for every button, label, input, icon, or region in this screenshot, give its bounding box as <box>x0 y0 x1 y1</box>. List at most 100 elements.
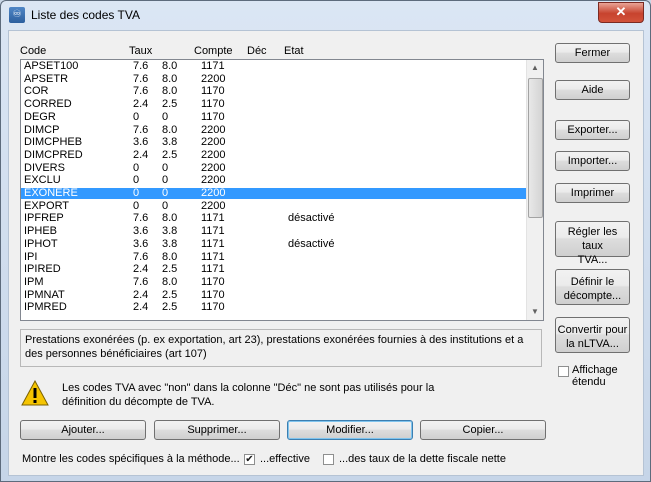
cell-t2: 0 <box>162 174 169 187</box>
taux-dette-checkbox[interactable] <box>323 454 334 465</box>
cell-code: IPIRED <box>24 263 61 276</box>
cell-t1: 7.6 <box>133 72 149 85</box>
table-row[interactable]: DIMCPHEB 3.6 3.8 2200 <box>21 137 528 148</box>
cell-t2: 3.8 <box>162 237 178 250</box>
cell-t1: 0 <box>133 110 140 123</box>
cell-t2: 0 <box>162 187 169 199</box>
cell-compte: 1170 <box>201 288 225 301</box>
table-row[interactable]: IPHOT 3.6 3.8 1171 désactivé <box>21 237 528 250</box>
cell-compte: 1171 <box>201 212 225 225</box>
cell-t1: 3.6 <box>133 136 149 149</box>
fermer-button[interactable]: Fermer <box>555 43 630 63</box>
cell-t1: 2.4 <box>133 263 149 276</box>
scroll-thumb[interactable] <box>528 78 543 218</box>
cell-t2: 0 <box>162 199 169 212</box>
cell-t2: 2.5 <box>162 301 178 314</box>
cell-compte: 2200 <box>201 136 226 149</box>
convertir-nltva-button[interactable]: Convertir pour la nLTVA... <box>555 317 630 353</box>
cell-code: IPHOT <box>24 237 58 250</box>
methode-filter-label: Montre les codes spécifiques à la méthod… <box>22 453 240 465</box>
exporter-button[interactable]: Exporter... <box>555 120 630 140</box>
definir-decompte-line1: Définir le <box>570 275 615 288</box>
table-row[interactable]: IPM 7.6 8.0 1170 <box>21 275 528 288</box>
affichage-label-line2: étendu <box>572 376 606 388</box>
window-title: Liste des codes TVA <box>31 8 140 22</box>
table-row[interactable]: COR 7.6 8.0 1170 <box>21 86 528 97</box>
aide-button[interactable]: Aide <box>555 80 630 100</box>
table-row[interactable]: EXPORT 0 0 2200 <box>21 199 528 212</box>
table-row[interactable]: IPI 7.6 8.0 1171 <box>21 250 528 263</box>
cell-code: APSET100 <box>24 60 79 72</box>
cell-compte: 1170 <box>201 275 225 288</box>
effective-checkbox[interactable]: ✔ <box>244 454 255 465</box>
table-row[interactable]: CORRED 2.4 2.5 1170 <box>21 99 528 110</box>
cell-t1: 3.6 <box>133 225 149 238</box>
cell-t2: 2.5 <box>162 288 178 301</box>
column-header-dec: Déc <box>247 45 267 57</box>
column-header-compte: Compte <box>194 45 233 57</box>
cell-etat: désactivé <box>288 212 335 225</box>
imprimer-button[interactable]: Imprimer <box>555 183 630 203</box>
convertir-line1: Convertir pour <box>557 323 628 336</box>
scroll-up-icon[interactable]: ▲ <box>527 60 543 76</box>
cell-t1: 2.4 <box>133 98 149 111</box>
modifier-button[interactable]: Modifier... <box>287 420 413 440</box>
column-header-etat: Etat <box>284 45 304 57</box>
warning-text: Les codes TVA avec "non" dans la colonne… <box>62 382 435 408</box>
column-header-code: Code <box>20 45 47 57</box>
cell-compte: 1171 <box>201 60 225 72</box>
table-row[interactable]: DIVERS 0 0 2200 <box>21 161 528 174</box>
column-header-taux: Taux <box>129 45 153 57</box>
scroll-down-icon[interactable]: ▼ <box>527 304 543 320</box>
regler-taux-button[interactable]: Régler les taux TVA... <box>555 221 630 266</box>
affichage-etendu-label: Affichage étendu <box>572 364 618 388</box>
cell-compte: 1170 <box>201 85 225 98</box>
cell-etat: désactivé <box>288 237 335 250</box>
cell-t1: 7.6 <box>133 212 149 225</box>
table-row[interactable]: APSET100 7.6 8.0 1171 <box>21 61 528 72</box>
cell-t1: 7.6 <box>133 123 149 136</box>
cell-t2: 8.0 <box>162 123 178 136</box>
table-row[interactable]: APSETR 7.6 8.0 2200 <box>21 72 528 85</box>
definir-decompte-button[interactable]: Définir le décompte... <box>555 269 630 305</box>
table-row[interactable]: EXCLU 0 0 2200 <box>21 175 528 186</box>
cell-t2: 8.0 <box>162 60 178 72</box>
cell-t1: 7.6 <box>133 60 149 72</box>
cell-t1: 7.6 <box>133 275 149 288</box>
cell-code: IPM <box>24 275 44 288</box>
cell-code: APSETR <box>24 72 69 85</box>
supprimer-button[interactable]: Supprimer... <box>154 420 280 440</box>
table-row[interactable]: IPFREP 7.6 8.0 1171 désactivé <box>21 213 528 224</box>
ajouter-button[interactable]: Ajouter... <box>20 420 146 440</box>
cell-t1: 7.6 <box>133 250 149 263</box>
title-bar[interactable]: ♾ Liste des codes TVA ✕ <box>1 1 650 29</box>
table-row[interactable]: IPIRED 2.4 2.5 1171 <box>21 264 528 275</box>
cell-t1: 0 <box>133 187 140 199</box>
vat-code-list[interactable]: IPMRED 2.4 2.5 1170 IPMNAT 2.4 2.5 1170 IPM 7.6 8.… <box>20 59 544 321</box>
table-row[interactable]: DIMCPRED 2.4 2.5 2200 <box>21 149 528 161</box>
cell-t2: 0 <box>162 110 169 123</box>
table-row[interactable]: IPMNAT 2.4 2.5 1170 <box>21 288 528 301</box>
regler-taux-line1: Régler les taux <box>567 226 618 252</box>
cell-compte: 1171 <box>201 263 225 276</box>
cell-code: DIMCP <box>24 123 60 136</box>
cell-t2: 0 <box>162 161 169 174</box>
importer-button[interactable]: Importer... <box>555 151 630 171</box>
cell-t1: 3.6 <box>133 237 149 250</box>
table-row[interactable]: IPMRED 2.4 2.5 1170 <box>21 302 528 313</box>
cell-compte: 2200 <box>201 72 226 85</box>
table-row[interactable]: DEGR 0 0 1170 <box>21 110 528 123</box>
copier-button[interactable]: Copier... <box>420 420 546 440</box>
cell-t1: 0 <box>133 174 140 187</box>
cell-t2: 2.5 <box>162 263 178 276</box>
cell-code: DEGR <box>24 110 56 123</box>
table-row[interactable]: DIMCP 7.6 8.0 2200 <box>21 123 528 136</box>
close-button[interactable]: ✕ <box>598 2 644 23</box>
affichage-etendu-checkbox[interactable] <box>558 366 569 377</box>
table-row[interactable]: IPHEB 3.6 3.8 1171 <box>21 226 528 237</box>
cell-t2: 8.0 <box>162 250 178 263</box>
dialog-body: Code Taux Compte Déc Etat IPMRED 2.4 2.5 11… <box>8 30 644 476</box>
list-scrollbar[interactable]: ▲ ▼ <box>526 60 543 320</box>
table-row[interactable]: EXONERE 0 0 2200 <box>21 187 528 200</box>
cell-t1: 7.6 <box>133 85 149 98</box>
